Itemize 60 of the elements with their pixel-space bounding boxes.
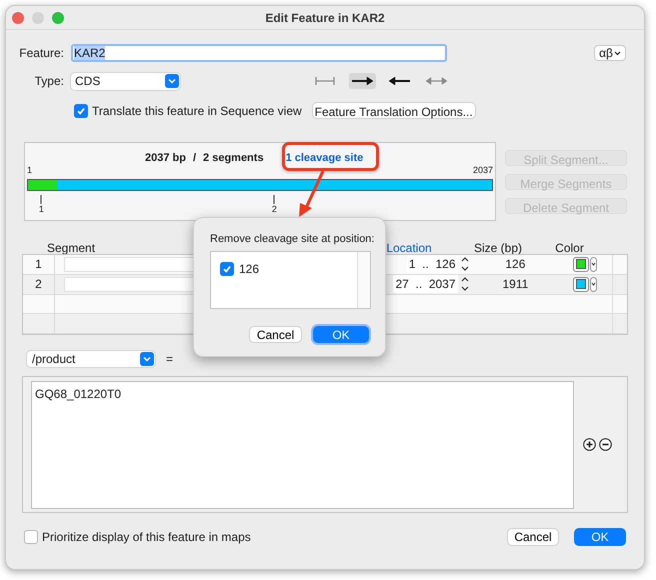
color-dropdown-icon[interactable] xyxy=(590,276,597,292)
column-header[interactable]: Size (bp) xyxy=(454,239,542,253)
cancel-button[interactable]: Cancel xyxy=(507,528,559,546)
row-number: 2 xyxy=(35,276,42,294)
segment-tick xyxy=(40,195,42,204)
prioritize-checkbox[interactable] xyxy=(24,530,38,544)
prioritize-label: Prioritize display of this feature in maps xyxy=(42,529,251,546)
right-arrow-icon xyxy=(351,74,374,88)
location-field[interactable]: 1 .. 126 xyxy=(406,255,458,274)
cleavage-link[interactable]: 1 cleavage site xyxy=(286,150,364,166)
ruler-end-label: 2037 xyxy=(472,165,493,176)
segment-marker-label: 1 xyxy=(38,204,44,214)
stepper-icon[interactable] xyxy=(460,276,470,292)
segment-marker-label: 2 xyxy=(272,204,277,214)
translation-options-button[interactable]: Feature Translation Options... xyxy=(312,102,476,119)
color-swatch[interactable] xyxy=(572,256,589,272)
checkmark-icon xyxy=(222,264,232,274)
row-number: 1 xyxy=(35,256,42,274)
size-text: 126 xyxy=(505,257,526,272)
ruler-start-label: 1 xyxy=(27,165,32,176)
color-swatch[interactable] xyxy=(572,276,589,292)
stepper-chevron-icon xyxy=(140,352,154,366)
type-label: Type: xyxy=(34,73,64,90)
remove-icon[interactable] xyxy=(599,438,612,451)
charset-button[interactable]: αβ xyxy=(594,45,626,61)
direction-button[interactable] xyxy=(349,73,376,89)
double-arrow-icon xyxy=(425,74,448,88)
chevron-icon xyxy=(165,74,179,88)
popover-cancel-button[interactable]: Cancel xyxy=(249,326,302,343)
feature-label: Feature: xyxy=(18,45,64,62)
size-text: 1911 xyxy=(502,277,528,292)
segment-count-text: 2 segments xyxy=(203,150,264,166)
popover-ok-button[interactable]: OK xyxy=(313,326,369,343)
cleavage-checkbox[interactable] xyxy=(220,262,234,276)
scrollbar[interactable] xyxy=(357,252,370,308)
cleavage-position: 126 xyxy=(239,261,260,278)
column-header[interactable]: Color xyxy=(542,239,597,253)
type-select[interactable]: CDS xyxy=(71,72,180,90)
qualifier-value-field[interactable]: GQ68_01220T0 xyxy=(31,380,574,508)
length-text: 2037 bp xyxy=(145,150,186,166)
left-arrow-icon xyxy=(388,74,411,88)
column-header[interactable]: Segment xyxy=(38,239,98,253)
checkmark-icon xyxy=(76,106,86,116)
color-dropdown-icon[interactable] xyxy=(590,256,597,272)
translate-checkbox[interactable] xyxy=(74,104,88,118)
range-icon xyxy=(314,74,337,88)
segment-tick xyxy=(274,195,275,204)
separator-text: / xyxy=(192,150,196,166)
ok-button[interactable]: OK xyxy=(574,528,626,546)
chevron-down-icon xyxy=(614,50,621,56)
stepper-icon[interactable] xyxy=(460,256,470,272)
window-title: Edit Feature in KAR2 xyxy=(265,10,385,26)
feature-field[interactable]: KAR2 xyxy=(71,44,447,62)
add-icon[interactable] xyxy=(583,438,596,451)
close-button[interactable] xyxy=(12,12,24,24)
popover-title: Remove cleavage site at position: xyxy=(210,233,374,246)
translate-label: Translate this feature in Sequence view xyxy=(92,102,302,120)
equals-sign: = xyxy=(166,350,174,368)
location-field[interactable]: 27 .. 2037 xyxy=(393,275,458,294)
qualifier-select[interactable]: /product xyxy=(27,350,155,366)
